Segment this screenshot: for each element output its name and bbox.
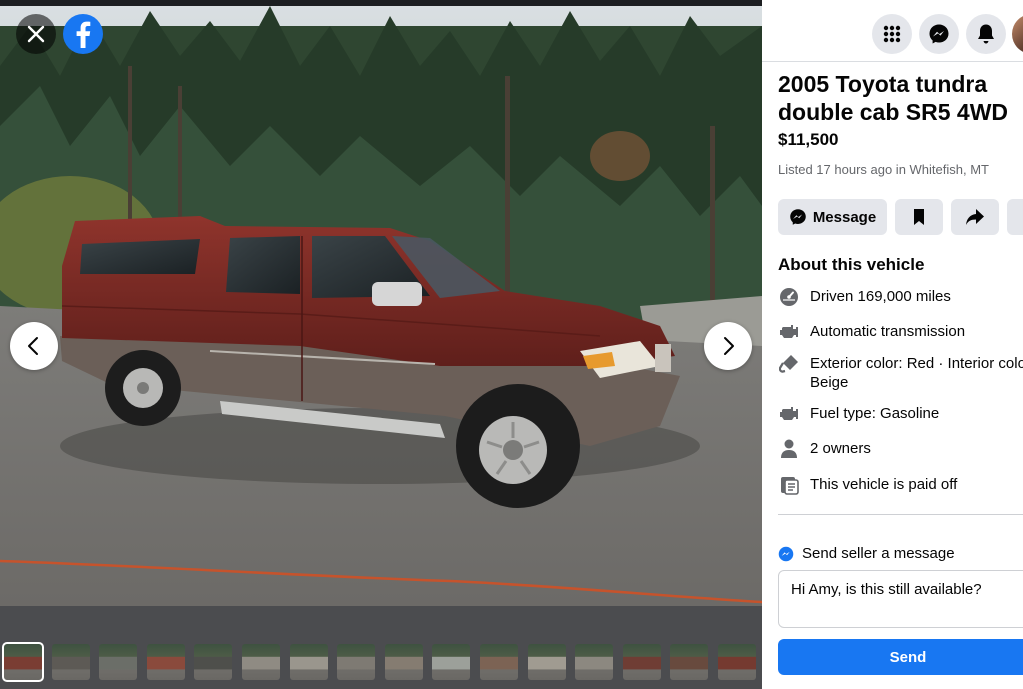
bookmark-icon bbox=[914, 209, 924, 225]
photo-thumbnail[interactable] bbox=[718, 644, 756, 680]
photo-thumbnail[interactable] bbox=[575, 644, 614, 680]
photo-thumbnail[interactable] bbox=[622, 644, 661, 680]
fuel-icon bbox=[778, 403, 800, 425]
detail-color: Exterior color: Red · Interior color: Be… bbox=[778, 353, 1023, 392]
send-message-heading-text: Send seller a message bbox=[802, 545, 955, 562]
thumbnail-strip bbox=[0, 606, 762, 689]
detail-paid-off: This vehicle is paid off bbox=[778, 474, 1023, 496]
close-button[interactable] bbox=[16, 14, 56, 54]
send-message-heading: Send seller a message bbox=[778, 545, 955, 562]
send-button[interactable]: Send bbox=[778, 639, 1023, 675]
messenger-icon bbox=[790, 209, 806, 225]
photo-thumbnail[interactable] bbox=[384, 644, 423, 680]
message-button[interactable]: Message bbox=[778, 199, 887, 235]
divider bbox=[778, 514, 1023, 515]
seller-message-input[interactable]: Hi Amy, is this still available? bbox=[778, 570, 1023, 628]
detail-text: Fuel type: Gasoline bbox=[810, 405, 940, 422]
photo-thumbnail[interactable] bbox=[337, 644, 376, 680]
paint-icon bbox=[778, 353, 800, 375]
listing-meta: Listed 17 hours ago in Whitefish, MT bbox=[778, 162, 989, 177]
listing-title: 2005 Toyota tundra double cab SR5 4WD bbox=[778, 71, 1009, 125]
messenger-icon bbox=[929, 24, 949, 44]
photo-thumbnail[interactable] bbox=[2, 642, 44, 682]
more-button[interactable] bbox=[1007, 199, 1023, 235]
photo-thumbnail[interactable] bbox=[194, 644, 233, 680]
send-button-label: Send bbox=[889, 648, 927, 666]
detail-fuel: Fuel type: Gasoline bbox=[778, 403, 1023, 425]
photo-viewer bbox=[0, 0, 762, 689]
bell-icon bbox=[978, 24, 994, 44]
notifications-button[interactable] bbox=[966, 14, 1006, 54]
photo-thumbnail[interactable] bbox=[99, 644, 138, 680]
previous-photo-button[interactable] bbox=[10, 322, 58, 370]
photo-thumbnail[interactable] bbox=[51, 644, 90, 680]
listing-details-panel: 2005 Toyota tundra double cab SR5 4WD $1… bbox=[762, 0, 1023, 689]
detail-mileage: Driven 169,000 miles bbox=[778, 286, 1023, 308]
detail-text: This vehicle is paid off bbox=[810, 476, 958, 493]
listing-photo[interactable] bbox=[0, 6, 762, 606]
messenger-button[interactable] bbox=[919, 14, 959, 54]
menu-button[interactable] bbox=[872, 14, 912, 54]
close-icon bbox=[27, 25, 45, 43]
photo-thumbnail[interactable] bbox=[146, 644, 185, 680]
photo-thumbnail[interactable] bbox=[432, 644, 471, 680]
photo-thumbnail[interactable] bbox=[670, 644, 709, 680]
photo-thumbnail[interactable] bbox=[527, 644, 566, 680]
menu-grid-icon bbox=[883, 25, 901, 43]
share-icon bbox=[966, 209, 984, 225]
photo-thumbnail[interactable] bbox=[242, 644, 280, 680]
photo-thumbnail[interactable] bbox=[289, 644, 328, 680]
detail-text: Automatic transmission bbox=[810, 323, 966, 340]
detail-transmission: Automatic transmission bbox=[778, 321, 1023, 343]
save-button[interactable] bbox=[895, 199, 943, 235]
engine-icon bbox=[778, 321, 800, 343]
about-vehicle-heading: About this vehicle bbox=[778, 255, 925, 274]
speedometer-icon bbox=[778, 286, 800, 308]
panel-header bbox=[762, 6, 1023, 62]
detail-text: Driven 169,000 miles bbox=[810, 288, 951, 305]
facebook-logo-icon[interactable] bbox=[63, 14, 103, 54]
share-button[interactable] bbox=[951, 199, 999, 235]
messenger-icon bbox=[778, 546, 794, 562]
next-photo-button[interactable] bbox=[704, 322, 752, 370]
photo-thumbnail[interactable] bbox=[480, 644, 518, 680]
detail-text: Exterior color: Red · Interior color: Be… bbox=[810, 355, 1023, 391]
chevron-left-icon bbox=[28, 337, 38, 355]
receipt-icon bbox=[778, 474, 800, 496]
detail-text: 2 owners bbox=[810, 440, 871, 457]
message-button-label: Message bbox=[812, 208, 877, 226]
avatar[interactable] bbox=[1012, 14, 1023, 54]
person-icon bbox=[778, 438, 800, 460]
listing-price: $11,500 bbox=[778, 130, 839, 149]
chevron-right-icon bbox=[724, 337, 734, 355]
detail-owners: 2 owners bbox=[778, 438, 1023, 460]
